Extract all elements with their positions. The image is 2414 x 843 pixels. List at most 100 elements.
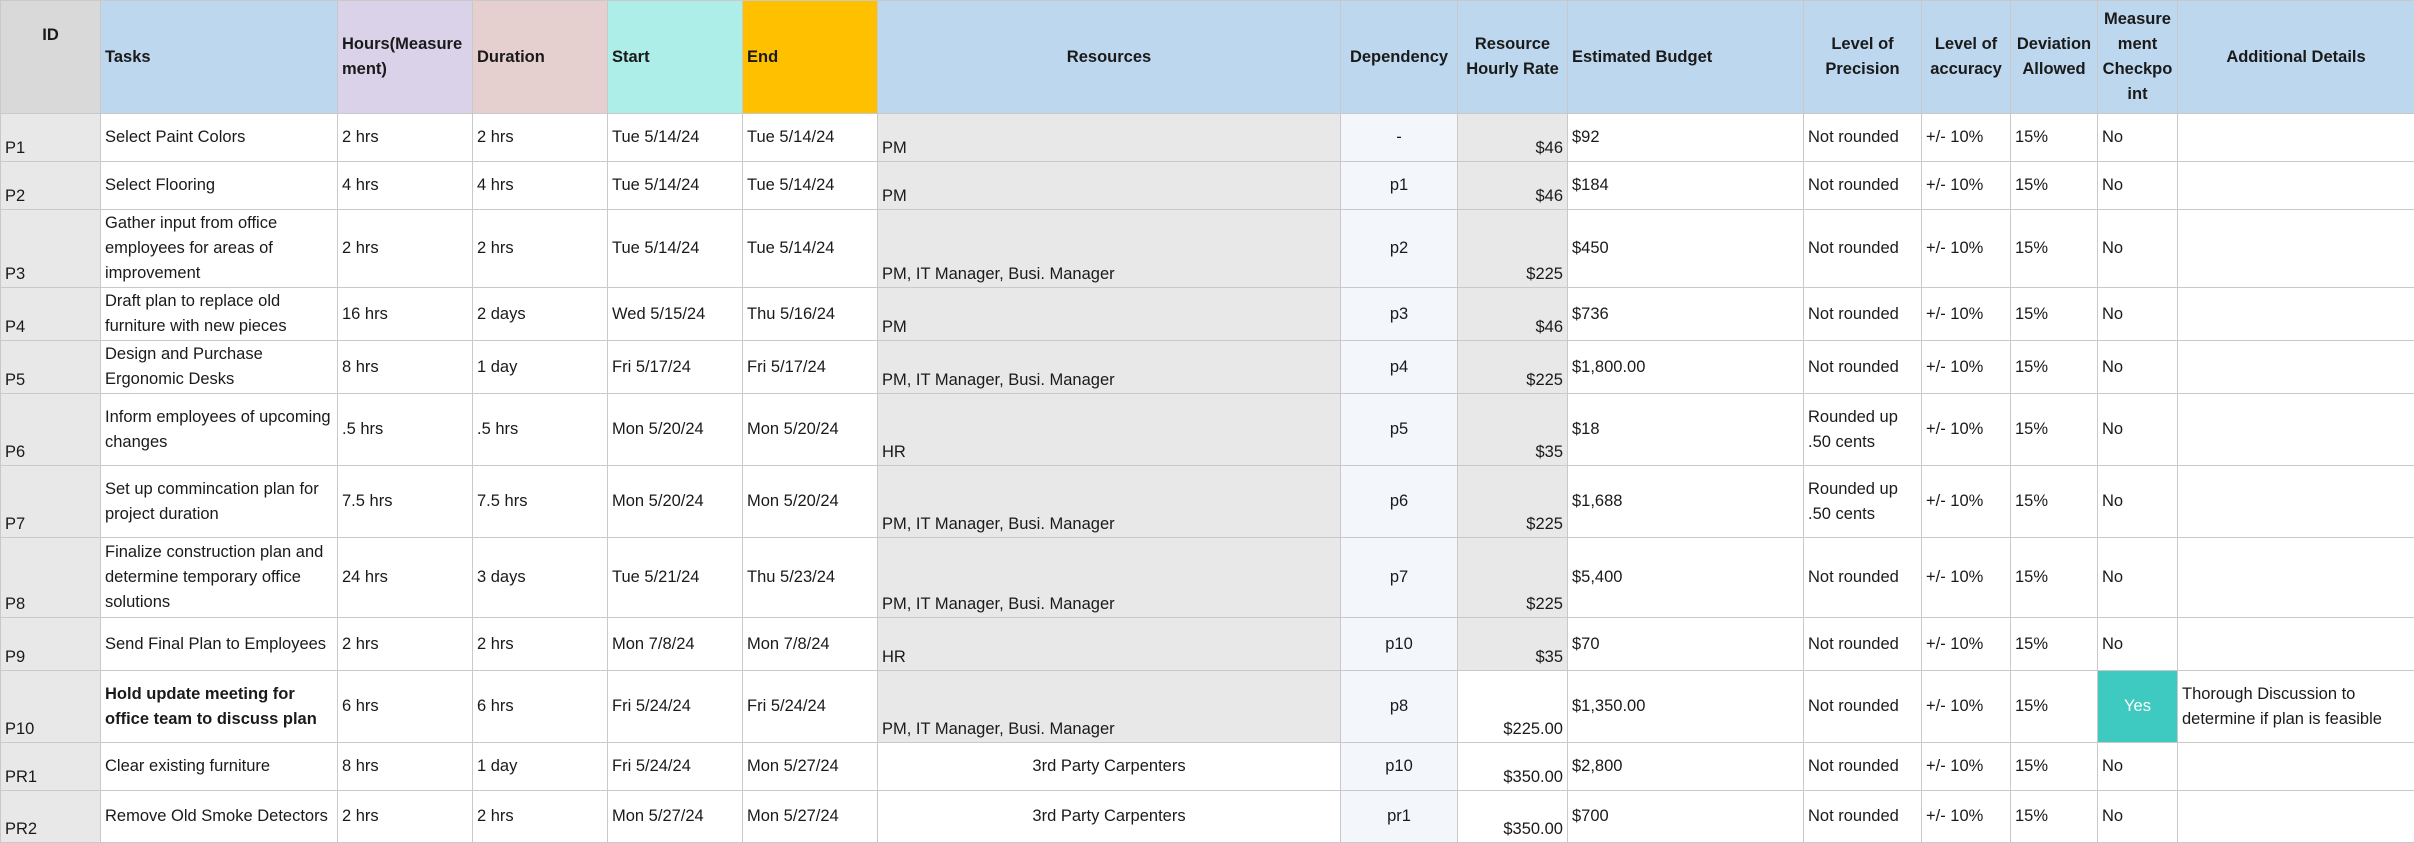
cell-dependency[interactable]: p10 <box>1341 618 1458 671</box>
cell-precision[interactable]: Not rounded <box>1804 114 1922 162</box>
cell-details[interactable] <box>2178 162 2414 210</box>
cell-task[interactable]: Gather input from office employees for a… <box>101 210 338 288</box>
cell-start[interactable]: Tue 5/21/24 <box>608 538 743 618</box>
cell-rate[interactable]: $225 <box>1458 538 1568 618</box>
cell-hours[interactable]: 2 hrs <box>338 114 473 162</box>
cell-deviation[interactable]: 15% <box>2011 210 2098 288</box>
cell-dependency[interactable]: p7 <box>1341 538 1458 618</box>
cell-duration[interactable]: 2 hrs <box>473 210 608 288</box>
cell-hours[interactable]: 24 hrs <box>338 538 473 618</box>
header-start[interactable]: Start <box>608 1 743 114</box>
header-tasks[interactable]: Tasks <box>101 1 338 114</box>
cell-start[interactable]: Tue 5/14/24 <box>608 114 743 162</box>
cell-rate[interactable]: $350.00 <box>1458 791 1568 843</box>
cell-precision[interactable]: Not rounded <box>1804 791 1922 843</box>
cell-end[interactable]: Fri 5/24/24 <box>743 671 878 743</box>
cell-precision[interactable]: Not rounded <box>1804 743 1922 791</box>
cell-hours[interactable]: 6 hrs <box>338 671 473 743</box>
cell-resources[interactable]: HR <box>878 394 1341 466</box>
cell-id[interactable]: P7 <box>1 466 101 538</box>
cell-checkpoint[interactable]: No <box>2098 341 2178 394</box>
cell-deviation[interactable]: 15% <box>2011 288 2098 341</box>
cell-rate[interactable]: $46 <box>1458 114 1568 162</box>
cell-accuracy[interactable]: +/- 10% <box>1922 466 2011 538</box>
cell-id[interactable]: PR2 <box>1 791 101 843</box>
cell-dependency[interactable]: p1 <box>1341 162 1458 210</box>
cell-id[interactable]: P1 <box>1 114 101 162</box>
cell-accuracy[interactable]: +/- 10% <box>1922 618 2011 671</box>
cell-start[interactable]: Fri 5/24/24 <box>608 671 743 743</box>
cell-end[interactable]: Fri 5/17/24 <box>743 341 878 394</box>
cell-resources[interactable]: HR <box>878 618 1341 671</box>
cell-precision[interactable]: Not rounded <box>1804 341 1922 394</box>
cell-dependency[interactable]: p2 <box>1341 210 1458 288</box>
header-duration[interactable]: Duration <box>473 1 608 114</box>
cell-checkpoint[interactable]: No <box>2098 162 2178 210</box>
header-end[interactable]: End <box>743 1 878 114</box>
cell-details[interactable] <box>2178 743 2414 791</box>
header-id[interactable]: ID <box>1 1 101 114</box>
cell-dependency[interactable]: p4 <box>1341 341 1458 394</box>
cell-accuracy[interactable]: +/- 10% <box>1922 162 2011 210</box>
cell-start[interactable]: Mon 5/20/24 <box>608 394 743 466</box>
cell-deviation[interactable]: 15% <box>2011 538 2098 618</box>
cell-accuracy[interactable]: +/- 10% <box>1922 538 2011 618</box>
cell-details[interactable] <box>2178 114 2414 162</box>
cell-accuracy[interactable]: +/- 10% <box>1922 114 2011 162</box>
cell-deviation[interactable]: 15% <box>2011 466 2098 538</box>
cell-resources[interactable]: PM <box>878 162 1341 210</box>
header-resources[interactable]: Resources <box>878 1 1341 114</box>
cell-budget[interactable]: $18 <box>1568 394 1804 466</box>
cell-details[interactable] <box>2178 791 2414 843</box>
cell-accuracy[interactable]: +/- 10% <box>1922 671 2011 743</box>
cell-deviation[interactable]: 15% <box>2011 791 2098 843</box>
cell-resources[interactable]: 3rd Party Carpenters <box>878 791 1341 843</box>
cell-checkpoint[interactable]: No <box>2098 114 2178 162</box>
cell-budget[interactable]: $1,800.00 <box>1568 341 1804 394</box>
cell-task[interactable]: Draft plan to replace old furniture with… <box>101 288 338 341</box>
cell-task[interactable]: Send Final Plan to Employees <box>101 618 338 671</box>
cell-task[interactable]: Set up commincation plan for project dur… <box>101 466 338 538</box>
cell-duration[interactable]: 1 day <box>473 341 608 394</box>
cell-start[interactable]: Wed 5/15/24 <box>608 288 743 341</box>
cell-duration[interactable]: 2 hrs <box>473 618 608 671</box>
cell-rate[interactable]: $35 <box>1458 618 1568 671</box>
cell-budget[interactable]: $1,350.00 <box>1568 671 1804 743</box>
header-hours[interactable]: Hours(Measurement) <box>338 1 473 114</box>
cell-deviation[interactable]: 15% <box>2011 341 2098 394</box>
cell-dependency[interactable]: p3 <box>1341 288 1458 341</box>
cell-end[interactable]: Mon 7/8/24 <box>743 618 878 671</box>
cell-rate[interactable]: $225 <box>1458 341 1568 394</box>
cell-rate[interactable]: $225 <box>1458 466 1568 538</box>
cell-checkpoint[interactable]: No <box>2098 743 2178 791</box>
cell-duration[interactable]: 4 hrs <box>473 162 608 210</box>
cell-dependency[interactable]: p10 <box>1341 743 1458 791</box>
cell-budget[interactable]: $5,400 <box>1568 538 1804 618</box>
cell-id[interactable]: P4 <box>1 288 101 341</box>
cell-resources[interactable]: 3rd Party Carpenters <box>878 743 1341 791</box>
cell-hours[interactable]: 2 hrs <box>338 618 473 671</box>
cell-duration[interactable]: 2 days <box>473 288 608 341</box>
cell-start[interactable]: Tue 5/14/24 <box>608 162 743 210</box>
cell-resources[interactable]: PM, IT Manager, Busi. Manager <box>878 210 1341 288</box>
cell-task[interactable]: Select Paint Colors <box>101 114 338 162</box>
header-dependency[interactable]: Dependency <box>1341 1 1458 114</box>
cell-precision[interactable]: Not rounded <box>1804 538 1922 618</box>
cell-deviation[interactable]: 15% <box>2011 618 2098 671</box>
header-deviation[interactable]: Deviation Allowed <box>2011 1 2098 114</box>
cell-precision[interactable]: Not rounded <box>1804 288 1922 341</box>
cell-id[interactable]: P3 <box>1 210 101 288</box>
cell-deviation[interactable]: 15% <box>2011 162 2098 210</box>
cell-checkpoint-highlighted[interactable]: Yes <box>2098 671 2178 743</box>
cell-details[interactable] <box>2178 394 2414 466</box>
cell-duration[interactable]: 6 hrs <box>473 671 608 743</box>
cell-duration[interactable]: 1 day <box>473 743 608 791</box>
cell-end[interactable]: Mon 5/27/24 <box>743 743 878 791</box>
cell-checkpoint[interactable]: No <box>2098 466 2178 538</box>
header-rate[interactable]: Resource Hourly Rate <box>1458 1 1568 114</box>
cell-accuracy[interactable]: +/- 10% <box>1922 743 2011 791</box>
cell-accuracy[interactable]: +/- 10% <box>1922 288 2011 341</box>
cell-task[interactable]: Inform employees of upcoming changes <box>101 394 338 466</box>
cell-id[interactable]: P9 <box>1 618 101 671</box>
cell-duration[interactable]: 7.5 hrs <box>473 466 608 538</box>
